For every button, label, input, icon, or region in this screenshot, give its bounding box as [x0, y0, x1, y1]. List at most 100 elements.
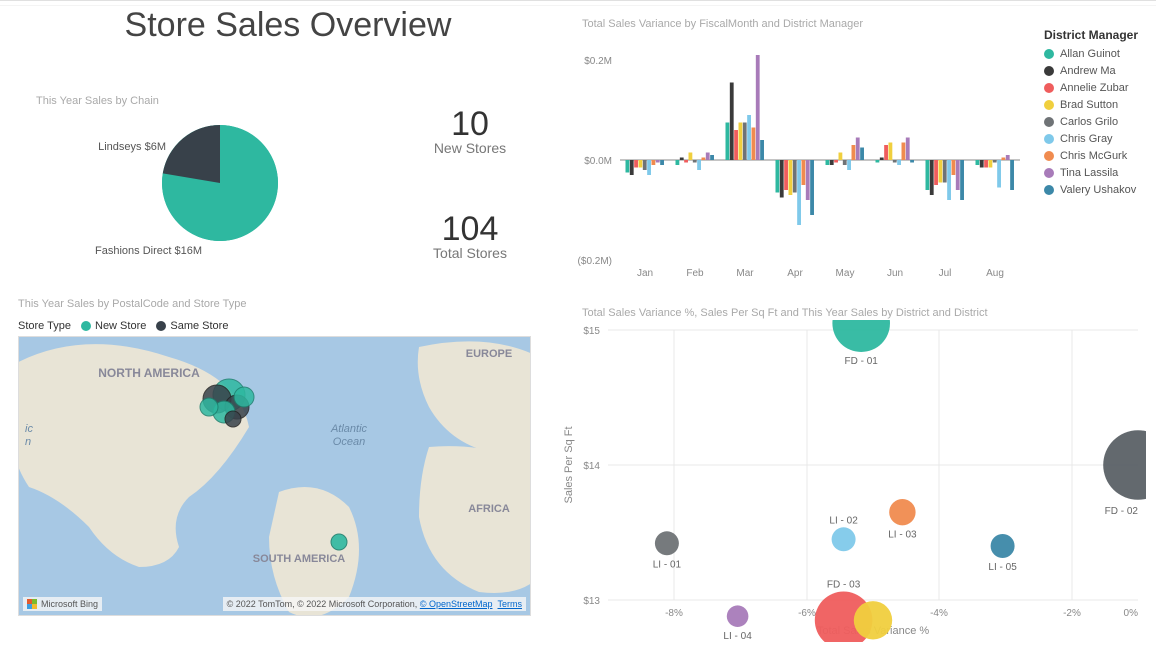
variance-bar[interactable]: [826, 160, 830, 165]
pie-chart[interactable]: [100, 113, 400, 263]
variance-bar[interactable]: [706, 153, 710, 161]
variance-bar[interactable]: [784, 160, 788, 190]
variance-bar[interactable]: [730, 83, 734, 161]
variance-bar[interactable]: [860, 148, 864, 161]
bubble[interactable]: [655, 531, 679, 555]
variance-bar[interactable]: [756, 55, 760, 160]
variance-bar[interactable]: [643, 160, 647, 170]
variance-bar[interactable]: [993, 160, 997, 163]
variance-bar[interactable]: [952, 160, 956, 175]
variance-bar[interactable]: [684, 160, 688, 163]
variance-bar[interactable]: [630, 160, 634, 175]
bubble[interactable]: [727, 605, 749, 627]
variance-bar[interactable]: [856, 138, 860, 161]
variance-bar[interactable]: [697, 160, 701, 170]
map-bing-label: Microsoft Bing: [41, 599, 98, 609]
bubble-label: FD - 03: [827, 580, 861, 591]
variance-bar[interactable]: [760, 140, 764, 160]
variance-bar[interactable]: [689, 153, 693, 161]
legend-item[interactable]: Carlos Grilo: [1044, 116, 1154, 128]
variance-bar[interactable]: [984, 160, 988, 168]
map-visual[interactable]: NORTH AMERICA SOUTH AMERICA EUROPE AFRIC…: [18, 336, 531, 616]
variance-bar[interactable]: [747, 115, 751, 160]
variance-bar[interactable]: [806, 160, 810, 200]
bubble[interactable]: [889, 499, 915, 525]
variance-bar[interactable]: [656, 160, 660, 163]
variance-bar[interactable]: [789, 160, 793, 195]
legend-item[interactable]: Chris McGurk: [1044, 150, 1154, 162]
variance-bar[interactable]: [847, 160, 851, 170]
variance-bar[interactable]: [906, 138, 910, 161]
variance-bar[interactable]: [930, 160, 934, 195]
legend-item[interactable]: Annelie Zubar: [1044, 82, 1154, 94]
variance-bar[interactable]: [956, 160, 960, 190]
variance-bar[interactable]: [960, 160, 964, 200]
variance-bar[interactable]: [980, 160, 984, 168]
variance-bar[interactable]: [884, 145, 888, 160]
variance-bar[interactable]: [876, 160, 880, 163]
legend-item[interactable]: Brad Sutton: [1044, 99, 1154, 111]
variance-bar[interactable]: [852, 145, 856, 160]
variance-bar[interactable]: [897, 160, 901, 165]
bubble-chart[interactable]: $15 $14 $13 -8% -6% -4% -2% 0% Total Sal…: [560, 320, 1146, 642]
kpi-new-stores[interactable]: 10 New Stores: [410, 105, 530, 156]
variance-bar[interactable]: [947, 160, 951, 200]
variance-bar[interactable]: [839, 153, 843, 161]
variance-bar[interactable]: [893, 160, 897, 163]
variance-bar[interactable]: [902, 143, 906, 161]
variance-bar[interactable]: [793, 160, 797, 193]
variance-bar[interactable]: [743, 123, 747, 161]
variance-bar[interactable]: [693, 160, 697, 163]
variance-bar[interactable]: [676, 160, 680, 165]
variance-bar[interactable]: [834, 160, 838, 163]
map-terms-link[interactable]: Terms: [498, 599, 523, 609]
variance-bar[interactable]: [880, 158, 884, 161]
variance-bar[interactable]: [830, 160, 834, 165]
legend-item[interactable]: Chris Gray: [1044, 133, 1154, 145]
variance-bar[interactable]: [776, 160, 780, 193]
variance-bar[interactable]: [1002, 158, 1006, 161]
bubble[interactable]: [991, 534, 1015, 558]
variance-bar[interactable]: [660, 160, 664, 165]
legend-item[interactable]: Tina Lassila: [1044, 167, 1154, 179]
variance-bar[interactable]: [1010, 160, 1014, 190]
variance-bar[interactable]: [680, 158, 684, 161]
bubble[interactable]: [832, 527, 856, 551]
variance-bar[interactable]: [934, 160, 938, 185]
variance-bar[interactable]: [626, 160, 630, 173]
variance-bar[interactable]: [976, 160, 980, 165]
variance-bar[interactable]: [634, 160, 638, 168]
variance-bar[interactable]: [943, 160, 947, 183]
variance-bar[interactable]: [752, 128, 756, 161]
variance-bar[interactable]: [639, 160, 643, 168]
variance-bar[interactable]: [1006, 155, 1010, 160]
kpi-total-stores[interactable]: 104 Total Stores: [410, 210, 530, 261]
variance-bar[interactable]: [647, 160, 651, 175]
variance-bar[interactable]: [843, 160, 847, 165]
legend-item[interactable]: Allan Guinot: [1044, 48, 1154, 60]
variance-bar[interactable]: [739, 123, 743, 161]
variance-bar[interactable]: [652, 160, 656, 165]
variance-bar[interactable]: [734, 130, 738, 160]
district-manager-legend[interactable]: District Manager Allan GuinotAndrew MaAn…: [1044, 28, 1154, 201]
variance-bar[interactable]: [997, 160, 1001, 188]
variance-bar[interactable]: [702, 158, 706, 161]
variance-bar[interactable]: [910, 160, 914, 163]
variance-bar[interactable]: [989, 160, 993, 168]
variance-bar[interactable]: [889, 143, 893, 161]
new-store-swatch: [81, 321, 91, 331]
variance-bar[interactable]: [926, 160, 930, 190]
map-osm-link[interactable]: © OpenStreetMap: [420, 599, 493, 609]
legend-item[interactable]: Andrew Ma: [1044, 65, 1154, 77]
variance-bar[interactable]: [810, 160, 814, 215]
variance-bar[interactable]: [802, 160, 806, 185]
variance-bar[interactable]: [939, 160, 943, 183]
legend-item[interactable]: Valery Ushakov: [1044, 184, 1154, 196]
bubble[interactable]: [854, 601, 892, 639]
variance-bar[interactable]: [797, 160, 801, 225]
variance-bar[interactable]: [710, 155, 714, 160]
bubble[interactable]: [1103, 430, 1146, 500]
variance-bar[interactable]: [726, 123, 730, 161]
bubble[interactable]: [832, 320, 890, 352]
variance-bar[interactable]: [780, 160, 784, 198]
